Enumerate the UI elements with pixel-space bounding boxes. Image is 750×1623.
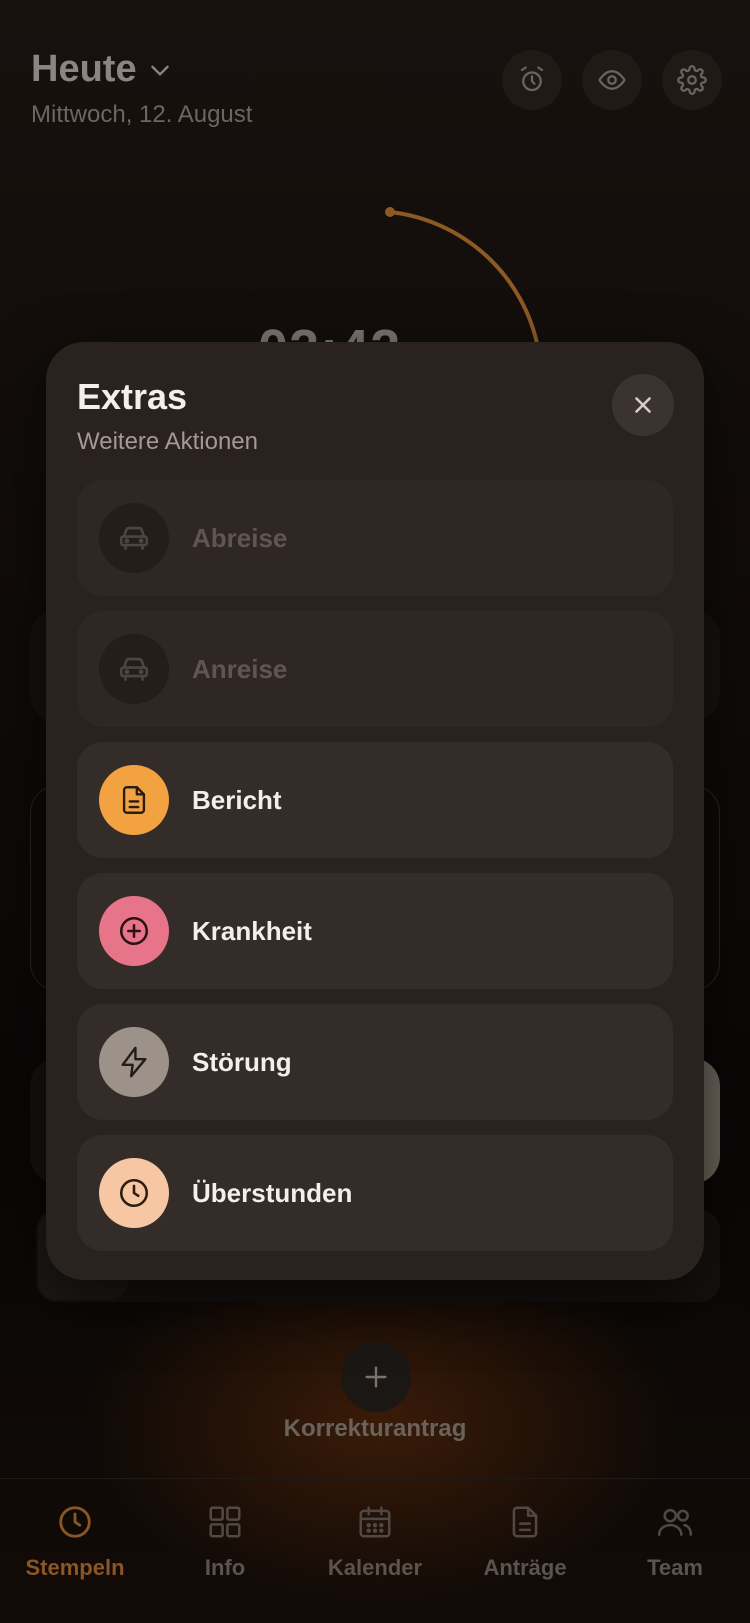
extras-item-bericht[interactable]: Bericht (77, 742, 673, 858)
modal-title: Extras (77, 376, 188, 417)
people-icon (657, 1508, 693, 1536)
nav-label: Anträge (483, 1555, 567, 1580)
close-icon (635, 397, 651, 413)
nav-item-info[interactable]: Info (150, 1479, 300, 1623)
item-icon-circle (99, 765, 169, 835)
nav-item-kalender[interactable]: Kalender (300, 1479, 450, 1623)
lightning-icon (121, 1046, 147, 1078)
item-label: Überstunden (192, 1177, 353, 1208)
visibility-button[interactable] (582, 50, 642, 110)
nav-label: Stempeln (25, 1555, 125, 1580)
header-actions (502, 50, 722, 110)
page-title: Heute (31, 48, 137, 90)
bottom-nav: Stempeln Info Kalender Anträge Team (0, 1478, 750, 1623)
item-icon-circle (99, 634, 169, 704)
item-icon-circle (99, 503, 169, 573)
car-icon (119, 657, 149, 681)
grid-icon (209, 1506, 241, 1538)
nav-label: Info (204, 1555, 246, 1580)
extras-item-anreise: Anreise (77, 611, 673, 727)
page-date: Mittwoch, 12. August (31, 101, 253, 128)
chevron-down-icon (150, 65, 169, 76)
correction-request-label: Korrekturantrag (283, 1415, 467, 1442)
nav-label: Kalender (327, 1555, 423, 1580)
gear-icon (677, 65, 707, 95)
plus-circle-icon (119, 916, 149, 946)
nav-item-antraege[interactable]: Anträge (450, 1479, 600, 1623)
item-icon-circle (99, 1158, 169, 1228)
calendar-icon (359, 1506, 391, 1538)
clock-icon (59, 1506, 91, 1538)
extras-item-abreise: Abreise (77, 480, 673, 596)
item-icon-circle (99, 1027, 169, 1097)
nav-item-stempeln[interactable]: Stempeln (0, 1479, 150, 1623)
alarm-button[interactable] (502, 50, 562, 110)
alarm-clock-icon (520, 66, 544, 92)
extras-modal: Extras Weitere Aktionen Abreise Anreise … (46, 342, 704, 1280)
settings-button[interactable] (662, 50, 722, 110)
item-icon-circle (99, 896, 169, 966)
item-label: Krankheit (192, 915, 312, 946)
extras-item-stoerung[interactable]: Störung (77, 1004, 673, 1120)
eye-icon (598, 70, 626, 90)
extras-list: Abreise Anreise Bericht Krankheit Störun… (77, 480, 673, 1266)
item-label: Abreise (192, 522, 288, 553)
item-label: Anreise (192, 653, 288, 684)
nav-item-team[interactable]: Team (600, 1479, 750, 1623)
day-selector[interactable]: Heute (31, 48, 252, 91)
item-label: Störung (192, 1046, 292, 1077)
document-icon (122, 786, 146, 814)
item-label: Bericht (192, 784, 282, 815)
nav-label: Team (647, 1555, 703, 1580)
plus-icon (365, 1366, 387, 1388)
close-button[interactable] (612, 374, 674, 436)
modal-subtitle: Weitere Aktionen (77, 428, 258, 455)
extras-item-ueberstunden[interactable]: Überstunden (77, 1135, 673, 1251)
clock-icon (119, 1178, 149, 1208)
extras-item-krankheit[interactable]: Krankheit (77, 873, 673, 989)
car-icon (119, 526, 149, 550)
page-header: Heute Mittwoch, 12. August (31, 48, 252, 129)
document-icon (512, 1506, 538, 1538)
correction-request-button[interactable] (341, 1342, 411, 1412)
